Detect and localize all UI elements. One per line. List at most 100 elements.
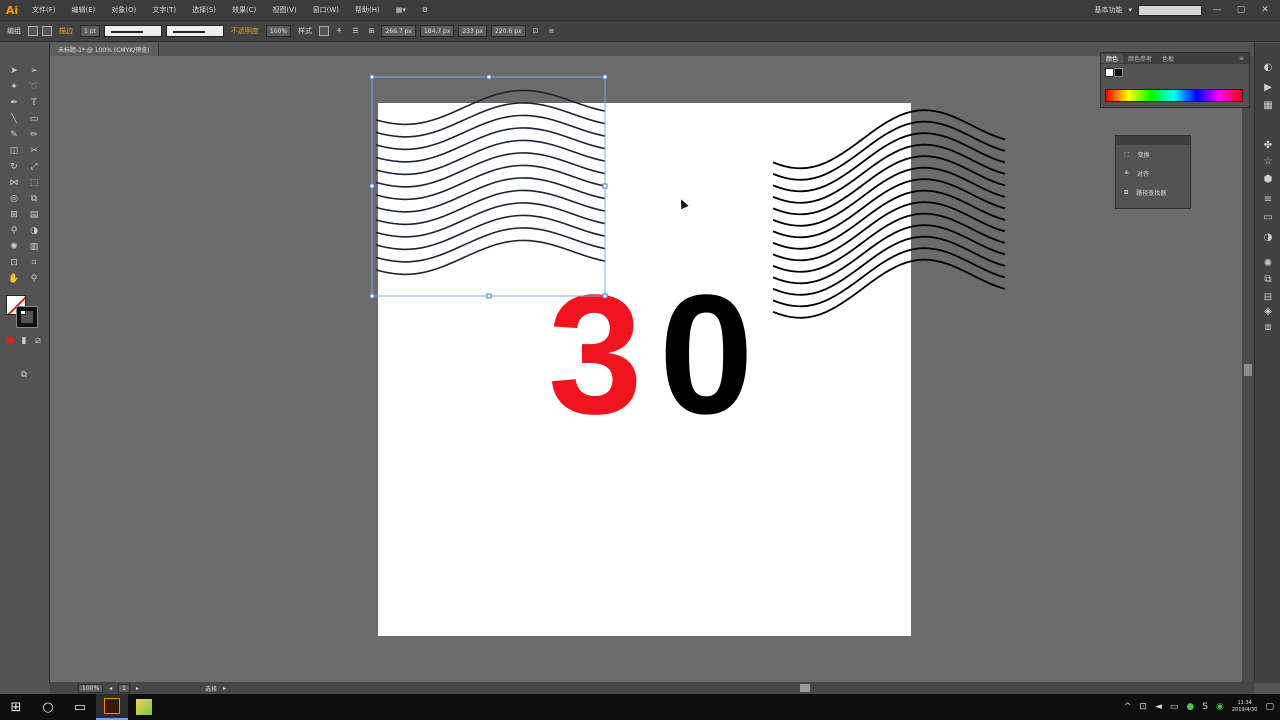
ime-icon[interactable]: S: [1202, 702, 1208, 712]
brush-definition[interactable]: [165, 25, 224, 37]
app-tray-icon[interactable]: ◉: [1216, 702, 1224, 712]
menu-help[interactable]: 帮助(H): [347, 5, 388, 15]
taskbar-app-viewer[interactable]: [128, 694, 160, 720]
type-tool-icon[interactable]: T: [28, 97, 40, 109]
shape-builder-icon[interactable]: ◎: [8, 193, 20, 205]
stroke-weight-field[interactable]: 1 pt: [80, 25, 100, 37]
x-field[interactable]: 266.7 px: [381, 25, 416, 37]
zoom-field[interactable]: 100%: [78, 683, 104, 693]
scissors-icon[interactable]: ✂: [28, 145, 40, 157]
vertical-scrollbar[interactable]: [1242, 56, 1254, 682]
menu-type[interactable]: 文字(T): [144, 5, 184, 15]
direct-selection-icon[interactable]: ➢: [28, 65, 40, 77]
menu-file[interactable]: 文件(F): [24, 5, 64, 15]
width-tool-icon[interactable]: ⋈: [8, 177, 20, 189]
eraser-icon[interactable]: ◫: [8, 145, 20, 157]
fill-swatch[interactable]: [28, 26, 38, 36]
pen-tool-icon[interactable]: ✒: [8, 97, 20, 109]
menu-window[interactable]: 窗口(W): [305, 5, 347, 15]
menu-effect[interactable]: 效果(C): [224, 5, 264, 15]
status-arrow-icon[interactable]: ▸: [223, 685, 226, 692]
status-mode[interactable]: 选择: [205, 684, 217, 693]
color-guide-icon[interactable]: ▶: [1261, 81, 1275, 95]
rectangle-tool-icon[interactable]: ▭: [28, 113, 40, 125]
vertical-scroll-thumb[interactable]: [1244, 364, 1252, 376]
stroke-color-swatch[interactable]: [16, 306, 38, 328]
artboard-tool-icon[interactable]: ⊡: [8, 257, 20, 269]
zoom-tool-icon[interactable]: ⚲: [28, 273, 40, 285]
fill-stroke-swatches[interactable]: [6, 295, 38, 328]
appearance-icon[interactable]: ✺: [1261, 257, 1275, 271]
notification-icon[interactable]: ▢: [1265, 702, 1274, 712]
panel-row-align[interactable]: ≚ 对齐: [1116, 164, 1190, 183]
none-mode-icon[interactable]: ⧄: [32, 335, 44, 347]
stroke-swatch-icon[interactable]: [42, 26, 52, 36]
volume-icon[interactable]: ◄: [1155, 702, 1162, 712]
gradient-panel-icon[interactable]: ▭: [1261, 211, 1275, 225]
tab-color-guide[interactable]: 颜色参考: [1123, 54, 1157, 63]
blend-icon[interactable]: ◑: [28, 225, 40, 237]
keyboard-icon[interactable]: ▭: [1170, 702, 1179, 712]
panel-row-transform[interactable]: ⬚ 变换: [1116, 145, 1190, 164]
search-input[interactable]: [1138, 4, 1202, 16]
tab-swatches[interactable]: 色板: [1157, 54, 1179, 63]
menu-object[interactable]: 对象(O): [103, 5, 144, 15]
panel-row-pathfinder[interactable]: ⧉ 路径查找器: [1116, 183, 1190, 202]
opacity-label[interactable]: 不透明度: [228, 26, 262, 36]
transform-icon[interactable]: ⊞: [366, 27, 378, 35]
clock[interactable]: 11:34 2019/4/30: [1232, 700, 1258, 714]
line-tool-icon[interactable]: ╲: [8, 113, 20, 125]
artboard-prev-icon[interactable]: ◂: [109, 685, 112, 692]
scale-icon[interactable]: ⤢: [28, 161, 40, 173]
symbol-sprayer-icon[interactable]: ✺: [8, 241, 20, 253]
links-icon[interactable]: ◈: [1261, 305, 1275, 319]
y-field[interactable]: 184.7 px: [419, 25, 455, 37]
perspective-icon[interactable]: ⧉: [28, 193, 40, 205]
pencil-icon[interactable]: ✏: [28, 129, 40, 141]
menu-select[interactable]: 选择(S): [184, 5, 224, 15]
color-panel-icon[interactable]: ◐: [1261, 61, 1275, 75]
workspace-switcher[interactable]: 基本功能: [1094, 5, 1122, 15]
digit-zero[interactable]: 0: [659, 270, 754, 440]
brushes-icon[interactable]: ☆: [1261, 155, 1275, 169]
layers-icon[interactable]: ⧉: [1261, 273, 1275, 287]
symbols-icon[interactable]: ✤: [1261, 139, 1275, 153]
taskbar-app-illustrator[interactable]: [96, 694, 128, 720]
lasso-icon[interactable]: ➰: [28, 81, 40, 93]
height-field[interactable]: 220.6 px: [491, 25, 526, 37]
graphic-styles-icon[interactable]: ⬢: [1261, 173, 1275, 187]
stroke-icon[interactable]: ≡: [1261, 193, 1275, 207]
tab-color[interactable]: 颜色: [1101, 54, 1124, 63]
digit-three[interactable]: 3: [548, 270, 643, 440]
task-view-icon[interactable]: ▭: [64, 694, 96, 720]
menu-view[interactable]: 视图(V): [264, 5, 304, 15]
rotate-icon[interactable]: ↻: [8, 161, 20, 173]
color-spectrum[interactable]: [1105, 89, 1243, 102]
arrange-icon[interactable]: ⚙: [414, 6, 436, 14]
close-icon[interactable]: ✕: [1256, 5, 1274, 15]
hand-tool-icon[interactable]: ✋: [8, 273, 20, 285]
wechat-icon[interactable]: ●: [1186, 702, 1194, 712]
style-swatch[interactable]: [319, 26, 330, 36]
panel-header[interactable]: [1116, 136, 1190, 145]
swatches-icon[interactable]: ▦: [1261, 99, 1275, 113]
artboard-field[interactable]: 1: [118, 683, 130, 693]
opacity-field[interactable]: 100%: [265, 25, 292, 37]
tray-expand-icon[interactable]: ^: [1124, 702, 1132, 712]
screen-mode-icon[interactable]: ⧉: [18, 369, 30, 381]
network-icon[interactable]: ⊡: [1139, 702, 1147, 712]
panel-menu-icon[interactable]: ≡: [1234, 55, 1249, 62]
artboards-icon[interactable]: ⊟: [1261, 291, 1275, 305]
eyedropper-icon[interactable]: ⚲: [8, 225, 20, 237]
recolor-icon[interactable]: ⚘: [333, 27, 345, 35]
color-mode-icon[interactable]: ■: [4, 335, 16, 347]
isolate-icon[interactable]: ⊡: [530, 27, 542, 35]
search-icon[interactable]: ○: [32, 694, 64, 720]
menu-edit[interactable]: 编辑(E): [64, 5, 104, 15]
bridge-icon[interactable]: ▦▾: [388, 6, 414, 14]
free-transform-icon[interactable]: ⬚: [28, 177, 40, 189]
panel-menu-icon[interactable]: ≡: [545, 27, 557, 35]
asset-export-icon[interactable]: ⧈: [1261, 321, 1275, 335]
width-field[interactable]: 233 px: [458, 25, 488, 37]
align-icon[interactable]: ☰: [349, 27, 361, 35]
